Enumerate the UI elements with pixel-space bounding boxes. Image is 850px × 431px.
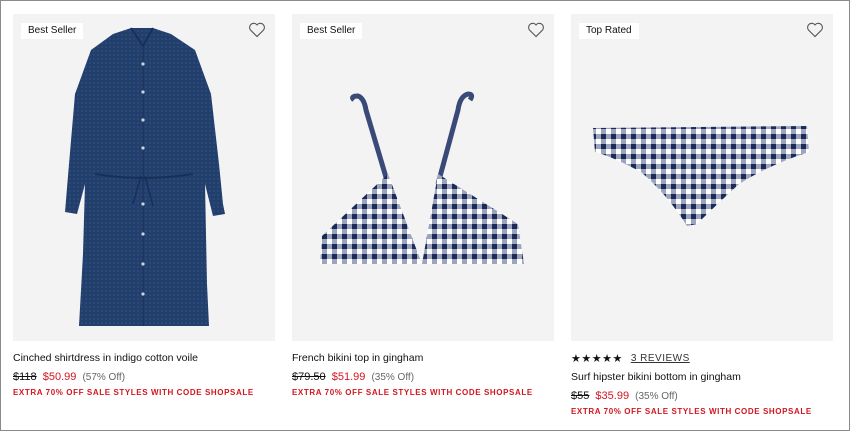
product-name[interactable]: French bikini top in gingham	[292, 351, 554, 365]
badge-best-seller: Best Seller	[300, 23, 363, 39]
promo-text: EXTRA 70% OFF SALE STYLES WITH CODE SHOP…	[571, 407, 812, 416]
promo-text: EXTRA 70% OFF SALE STYLES WITH CODE SHOP…	[292, 388, 533, 397]
discount-percent: (35% Off)	[635, 391, 678, 402]
price-row: $55 $35.99 (35% Off)	[571, 389, 833, 404]
price-row: $118 $50.99 (57% Off)	[13, 370, 275, 385]
badge-best-seller: Best Seller	[21, 23, 84, 39]
badge-top-rated: Top Rated	[579, 23, 639, 39]
product-image[interactable]: Best Seller	[292, 14, 554, 341]
discount-percent: (35% Off)	[371, 372, 415, 383]
product-name[interactable]: Surf hipster bikini bottom in gingham	[571, 370, 833, 384]
shirtdress-image	[65, 27, 225, 326]
product-image[interactable]: Top Rated	[571, 14, 833, 341]
star-rating-icon: ★★★★★	[571, 352, 623, 365]
sale-price: $50.99	[42, 371, 77, 383]
rating-row: ★★★★★ 3 REVIEWS	[571, 351, 833, 365]
product-card-bikini-bottom[interactable]: Top Rated ★★★★★ 3 REVIEWS Surf hipster b…	[571, 14, 833, 416]
product-card-bikini-top[interactable]: Best Seller French bikini top in gingham…	[292, 14, 554, 397]
sale-price: $35.99	[595, 390, 630, 402]
promo-text: EXTRA 70% OFF SALE STYLES WITH CODE SHOP…	[13, 388, 254, 397]
discount-percent: (57% Off)	[82, 372, 126, 383]
original-price: $55	[571, 390, 590, 402]
bikini-bottom-image	[593, 126, 809, 226]
product-card-shirtdress[interactable]: Best Seller Cinched shirtdress in indigo…	[13, 14, 275, 397]
heart-outline-icon[interactable]	[527, 22, 545, 38]
heart-outline-icon[interactable]	[248, 22, 266, 38]
reviews-link[interactable]: 3 REVIEWS	[631, 353, 690, 364]
sale-price: $51.99	[331, 371, 366, 383]
original-price: $118	[13, 371, 37, 383]
heart-outline-icon[interactable]	[806, 22, 824, 38]
bikini-top-image	[320, 91, 524, 264]
price-row: $79.50 $51.99 (35% Off)	[292, 370, 554, 385]
product-image[interactable]: Best Seller	[13, 14, 275, 341]
product-name[interactable]: Cinched shirtdress in indigo cotton voil…	[13, 351, 275, 365]
original-price: $79.50	[292, 371, 326, 383]
